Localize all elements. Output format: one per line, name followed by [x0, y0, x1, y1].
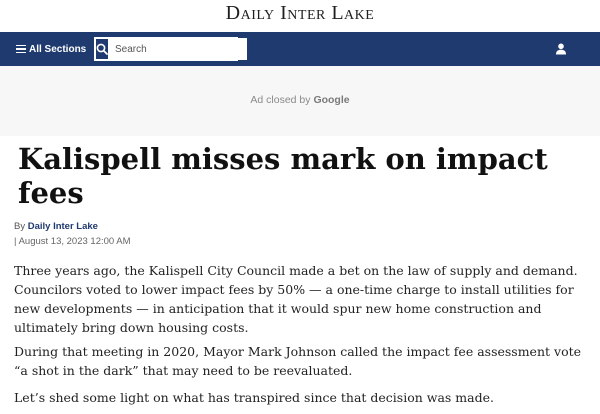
- search-box: [94, 37, 247, 61]
- ad-closed-notice: Ad closed by Google: [0, 94, 600, 106]
- search-input[interactable]: [109, 38, 247, 60]
- ad-slot: Ad closed by Google: [0, 66, 600, 136]
- user-icon: [556, 43, 566, 55]
- article-headline: Kalispell misses mark on impact fees: [18, 142, 548, 210]
- all-sections-button[interactable]: All Sections: [16, 41, 86, 57]
- masthead: Daily Inter Lake: [0, 0, 600, 32]
- article-paragraph: Let’s shed some light on what has transp…: [14, 390, 494, 405]
- article-paragraph: During that meeting in 2020, Mayor Mark …: [14, 344, 582, 378]
- byline: By Daily Inter Lake: [14, 221, 98, 232]
- author-link[interactable]: Daily Inter Lake: [28, 221, 98, 232]
- account-button[interactable]: [554, 42, 568, 56]
- google-wordmark: Google: [313, 94, 350, 106]
- all-sections-label: All Sections: [29, 43, 87, 55]
- search-button[interactable]: [95, 38, 109, 60]
- article-paragraph: Three years ago, the Kalispell City Coun…: [14, 263, 578, 335]
- hamburger-icon: [16, 44, 26, 54]
- site-logo[interactable]: Daily Inter Lake: [226, 2, 375, 25]
- ad-closed-label: Ad closed by: [250, 94, 311, 106]
- publish-date: | August 13, 2023 12:00 AM: [14, 236, 131, 247]
- nav-bar: All Sections: [0, 32, 600, 66]
- byline-prefix: By: [14, 221, 26, 232]
- search-icon: [96, 43, 108, 55]
